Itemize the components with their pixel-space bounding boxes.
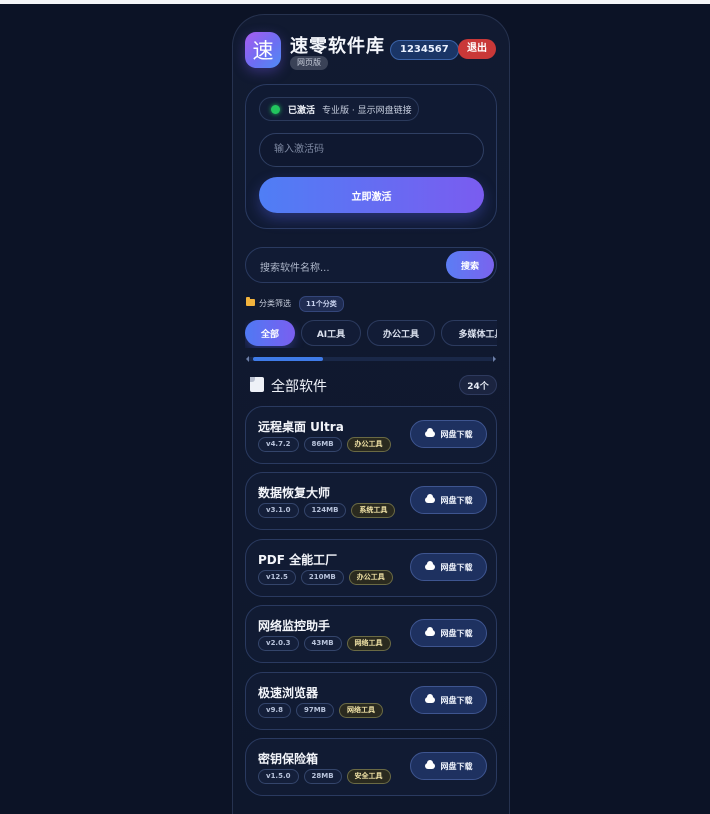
scroll-right-arrow-icon[interactable] xyxy=(493,356,496,362)
size-tag: 43MB xyxy=(303,636,342,651)
activation-code-input[interactable]: 输入激活码 xyxy=(259,133,484,167)
software-tags: v3.1.0 124MB 系统工具 xyxy=(258,503,396,518)
software-name: PDF 全能工厂 xyxy=(258,553,338,567)
download-button[interactable]: 网盘下载 xyxy=(410,619,487,647)
size-tag: 28MB xyxy=(303,769,342,784)
status-label: 已激活 xyxy=(288,105,316,116)
software-tags: v9.8 97MB 网络工具 xyxy=(258,703,384,718)
version-tag: v3.1.0 xyxy=(258,503,299,518)
size-tag: 97MB xyxy=(295,703,335,718)
chips-scrollbar-thumb[interactable] xyxy=(253,357,323,361)
web-version-badge: 网页版 xyxy=(290,56,328,70)
download-button[interactable]: 网盘下载 xyxy=(410,420,487,448)
activate-button[interactable]: 立即激活 xyxy=(259,177,484,213)
window-top-edge xyxy=(0,0,710,4)
cloud-icon xyxy=(424,494,435,503)
app-logo: 速 xyxy=(245,32,281,68)
version-tag: v1.5.0 xyxy=(258,769,299,784)
chip-ai-tools[interactable]: AI工具 xyxy=(301,320,361,346)
status-detail: 专业版 · 显示网盘链接 xyxy=(322,105,412,116)
size-tag: 86MB xyxy=(303,437,342,452)
chip-office-tools[interactable]: 办公工具 xyxy=(367,320,435,346)
software-tags: v4.7.2 86MB 办公工具 xyxy=(258,437,391,452)
download-label: 网盘下载 xyxy=(440,429,473,439)
software-card: 远程桌面 Ultra v4.7.2 86MB 办公工具 网盘下载 xyxy=(245,406,497,464)
software-name: 极速浏览器 xyxy=(258,686,319,700)
version-tag: v4.7.2 xyxy=(258,437,299,452)
activation-status: 已激活 专业版 · 显示网盘链接 xyxy=(259,97,419,121)
size-tag: 124MB xyxy=(303,503,347,518)
software-card: 极速浏览器 v9.8 97MB 网络工具 网盘下载 xyxy=(245,672,497,730)
software-name: 网络监控助手 xyxy=(258,619,331,633)
cloud-icon xyxy=(424,561,435,570)
category-tag: 办公工具 xyxy=(348,570,393,585)
app-title: 速零软件库 xyxy=(290,36,385,57)
section-title: 全部软件 xyxy=(271,379,327,395)
software-name: 密钥保险箱 xyxy=(258,752,319,766)
software-name: 数据恢复大师 xyxy=(258,486,331,500)
download-button[interactable]: 网盘下载 xyxy=(410,752,487,780)
category-tag: 网络工具 xyxy=(339,703,384,718)
download-button[interactable]: 网盘下载 xyxy=(410,553,487,581)
download-button[interactable]: 网盘下载 xyxy=(410,686,487,714)
software-tags: v1.5.0 28MB 安全工具 xyxy=(258,769,391,784)
cloud-icon xyxy=(424,627,435,636)
software-name: 远程桌面 Ultra xyxy=(258,420,344,434)
logout-button[interactable]: 退出 xyxy=(458,39,496,59)
cloud-icon xyxy=(424,694,435,703)
chip-multimedia-tools[interactable]: 多媒体工具 xyxy=(441,320,497,346)
software-count-badge: 24个 xyxy=(459,375,497,395)
category-tag: 安全工具 xyxy=(346,769,391,784)
package-icon xyxy=(250,377,264,392)
cloud-icon xyxy=(424,428,435,437)
user-id-badge: 1234567 xyxy=(390,40,459,60)
folder-icon xyxy=(246,297,255,306)
cloud-icon xyxy=(424,760,435,769)
software-card: 数据恢复大师 v3.1.0 124MB 系统工具 网盘下载 xyxy=(245,472,497,530)
download-label: 网盘下载 xyxy=(440,562,473,572)
search-button[interactable]: 搜索 xyxy=(446,251,494,279)
category-tag: 网络工具 xyxy=(346,636,391,651)
logo-char: 速 xyxy=(252,39,274,63)
chip-all[interactable]: 全部 xyxy=(245,320,295,346)
search-input[interactable]: 搜索软件名称... xyxy=(260,259,330,274)
download-label: 网盘下载 xyxy=(440,761,473,771)
software-card: PDF 全能工厂 v12.5 210MB 办公工具 网盘下载 xyxy=(245,539,497,597)
scroll-left-arrow-icon[interactable] xyxy=(246,356,249,362)
version-tag: v2.0.3 xyxy=(258,636,299,651)
category-tag: 系统工具 xyxy=(351,503,396,518)
download-label: 网盘下载 xyxy=(440,695,473,705)
category-filter-label: 分类筛选 xyxy=(259,299,291,308)
software-tags: v2.0.3 43MB 网络工具 xyxy=(258,636,391,651)
status-dot-icon xyxy=(271,104,280,114)
category-count-badge: 11个分类 xyxy=(299,296,344,312)
download-label: 网盘下载 xyxy=(440,628,473,638)
download-button[interactable]: 网盘下载 xyxy=(410,486,487,514)
category-chips: 全部 AI工具 办公工具 多媒体工具 xyxy=(245,320,497,348)
software-card: 密钥保险箱 v1.5.0 28MB 安全工具 网盘下载 xyxy=(245,738,497,796)
download-label: 网盘下载 xyxy=(440,495,473,505)
version-tag: v12.5 xyxy=(258,570,296,585)
software-tags: v12.5 210MB 办公工具 xyxy=(258,570,393,585)
category-tag: 办公工具 xyxy=(346,437,391,452)
version-tag: v9.8 xyxy=(258,703,291,718)
software-card: 网络监控助手 v2.0.3 43MB 网络工具 网盘下载 xyxy=(245,605,497,663)
size-tag: 210MB xyxy=(300,570,344,585)
